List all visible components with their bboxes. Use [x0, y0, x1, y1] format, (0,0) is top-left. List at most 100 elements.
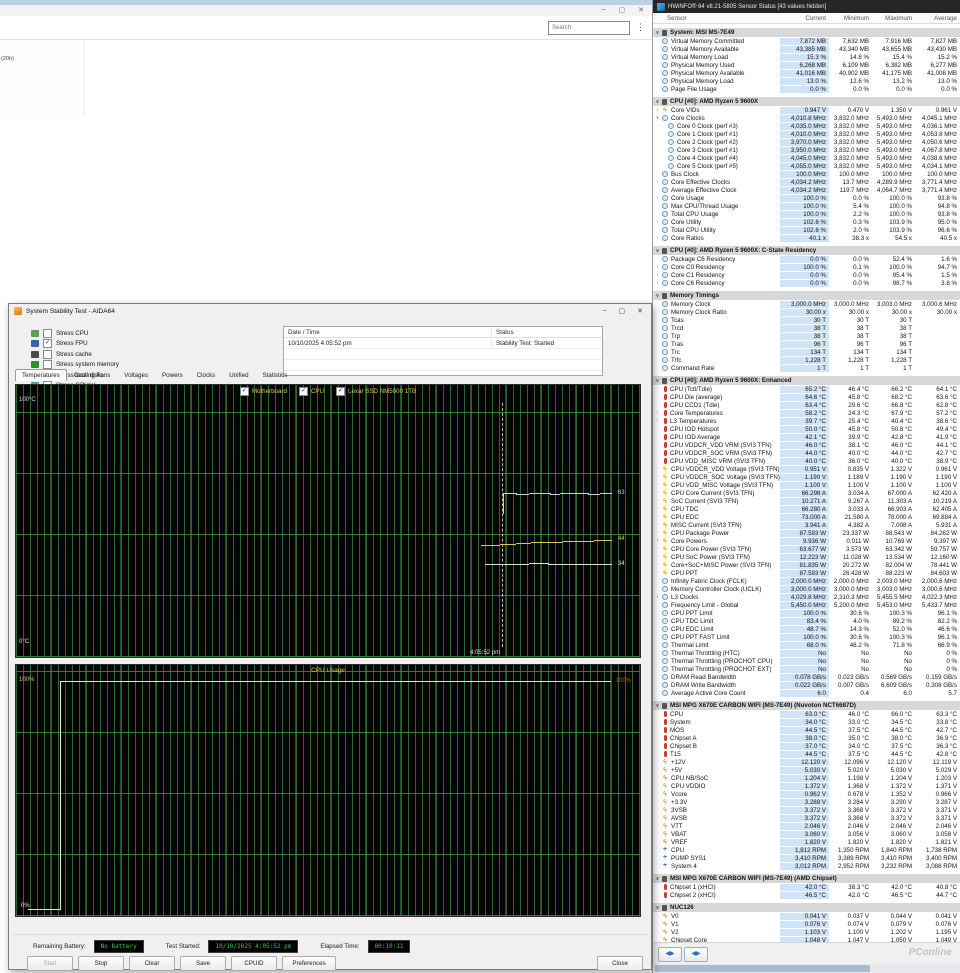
- sensor-row[interactable]: ϟ CPU Core Current (SVI3 TFN) 66.298 A 3.03…: [653, 489, 960, 497]
- chevron-icon[interactable]: ›: [653, 219, 662, 225]
- checkbox[interactable]: ✓: [43, 339, 52, 349]
- chevron-icon[interactable]: ∨: [653, 115, 662, 121]
- sensor-row[interactable]: Trcd 38 T 38 T 38 T: [653, 324, 960, 332]
- search-input[interactable]: Search: [548, 21, 630, 35]
- chevron-icon[interactable]: ›: [653, 235, 662, 241]
- sensor-row[interactable]: + CPU 1,812 RPM 1,350 RPM 1,840 RPM 1,738 RPM: [653, 846, 960, 854]
- sensor-row[interactable]: › Core Effective Clocks 4,034.2 MHz 13.7 MH…: [653, 178, 960, 186]
- chevron-icon[interactable]: ›: [653, 594, 662, 600]
- sensor-row[interactable]: › Core C0 Residency 100.0 % 0.1 % 100.0 % 94.…: [653, 263, 960, 271]
- chevron-icon[interactable]: ›: [653, 410, 662, 416]
- sensor-row[interactable]: CPU IOD Average 42.1 °C 39.9 °C 42.8 °C 41.9…: [653, 433, 960, 441]
- chevron-icon[interactable]: ›: [653, 107, 662, 113]
- sensor-row[interactable]: ϟ CPU TDC 66.280 A 3.033 A 66.903 A 62.405 A: [653, 505, 960, 513]
- chevron-icon[interactable]: ›: [653, 280, 662, 286]
- swap-arrows-icon[interactable]: ◀▶: [684, 947, 708, 962]
- sensor-row[interactable]: CPU TDC Limit 83.4 % 4.0 % 89.2 % 82.2 %: [653, 617, 960, 625]
- chevron-down-icon[interactable]: ∨: [653, 99, 662, 105]
- preferences-button[interactable]: Preferences: [282, 956, 336, 971]
- tab-cooling-fans[interactable]: Cooling Fans: [67, 369, 117, 381]
- sensor-row[interactable]: CPU CCD1 (Tdie) 63.4 °C 29.6 °C 66.8 °C 62.8…: [653, 401, 960, 409]
- checkbox[interactable]: [43, 349, 52, 359]
- sensor-row[interactable]: CPU 63.0 °C 46.0 °C 66.0 °C 63.3 °C: [653, 710, 960, 718]
- sensor-row[interactable]: ϟ VREF 1.820 V 1.820 V 1.820 V 1.821 V: [653, 838, 960, 846]
- sensor-row[interactable]: › ϟ Core Powers 9.936 W 0.011 W 10.769 W 9.397…: [653, 537, 960, 545]
- tab-clocks[interactable]: Clocks: [190, 369, 223, 381]
- chevron-down-icon[interactable]: ∨: [653, 905, 662, 911]
- cpuid-button[interactable]: CPUID: [231, 956, 277, 971]
- sensor-row[interactable]: Thermal Limit 68.0 % 48.2 % 71.8 % 66.9 %: [653, 641, 960, 649]
- column-current[interactable]: Current: [780, 15, 829, 22]
- stop-button[interactable]: Stop: [78, 956, 124, 971]
- sensor-section-header[interactable]: ∨ MSI MPG X670E CARBON WIFI (MS-7E49) (AM…: [653, 874, 960, 883]
- chevron-down-icon[interactable]: ∨: [653, 30, 662, 36]
- sensor-row[interactable]: ϟ 3VSB 3.372 V 3.368 V 3.372 V 3.371 V: [653, 806, 960, 814]
- legend-item[interactable]: ✓ Lexar SSD NM5000 1TB: [336, 387, 416, 396]
- sensor-row[interactable]: CPU VDD_MISC VRM (SVI3 TFN) 40.0 °C 36.0 °…: [653, 457, 960, 465]
- sensor-section-header[interactable]: ∨ MSI MPG X670E CARBON WIFI (MS-7E49) (Nu…: [653, 701, 960, 710]
- sensor-row[interactable]: › ϟ Core VIDs 0.947 V 0.470 V 1.350 V 0.961 V: [653, 106, 960, 114]
- sensor-row[interactable]: Chipset 1 (xHCI) 42.0 °C 38.3 °C 42.0 °C 40.…: [653, 883, 960, 891]
- tab-powers[interactable]: Powers: [155, 369, 190, 381]
- sensor-row[interactable]: Chipset A 38.0 °C 35.0 °C 38.0 °C 36.9 °C: [653, 734, 960, 742]
- sensor-row[interactable]: › L3 Clocks 4,029.8 MHz 2,310.3 MHz 5,455.5 …: [653, 593, 960, 601]
- sensor-row[interactable]: › Core C6 Residency 0.0 % 0.0 % 98.7 % 3.8 %: [653, 279, 960, 287]
- column-average[interactable]: Average: [915, 15, 960, 22]
- sensor-row[interactable]: ϟ VBAT 3.060 V 3.056 V 3.060 V 3.058 V: [653, 830, 960, 838]
- sensor-row[interactable]: Memory Clock 3,000.0 MHz 3,000.0 MHz 3,003.…: [653, 300, 960, 308]
- legend-checkbox[interactable]: ✓: [336, 387, 346, 396]
- tab-unified[interactable]: Unified: [222, 369, 255, 381]
- sensor-section-header[interactable]: ∨ CPU [#0]: AMD Ryzen 5 9600X: C-State Re…: [653, 246, 960, 255]
- sensor-row[interactable]: ϟ +12V 12.120 V 12.096 V 12.120 V 12.119 V: [653, 758, 960, 766]
- sensor-row[interactable]: + System 4 3,012 RPM 2,952 RPM 3,232 RPM 3,08…: [653, 862, 960, 870]
- sensor-row[interactable]: Command Rate 1 T 1 T 1 T: [653, 364, 960, 372]
- sensor-row[interactable]: ϟ CPU EDC 73.000 A 21.580 A 78.000 A 69.884 A: [653, 513, 960, 521]
- close-icon[interactable]: ✕: [637, 307, 643, 315]
- sensor-row[interactable]: ϟ V1 0.076 V 0.074 V 0.079 V 0.076 V: [653, 920, 960, 928]
- minimize-icon[interactable]: –: [603, 307, 607, 315]
- sensor-row[interactable]: ϟ MISC Current (SVI3 TFN) 3.941 A 4.382 A 7.…: [653, 521, 960, 529]
- sensor-row[interactable]: Trfc 1,228 T 1,228 T 1,228 T: [653, 356, 960, 364]
- chevron-down-icon[interactable]: ∨: [653, 293, 662, 299]
- sensor-row[interactable]: DRAM Read Bandwidth 0.078 GB/s 0.023 GB/s 0…: [653, 673, 960, 681]
- sensor-row[interactable]: + PUMP SYS1 3,410 RPM 3,389 RPM 3,410 RPM 3,4…: [653, 854, 960, 862]
- sensor-section-header[interactable]: ∨ CPU [#0]: AMD Ryzen 5 9600X: [653, 97, 960, 106]
- sensor-row[interactable]: CPU VDDCR_VDD VRM (SVI3 TFN) 46.0 °C 38.1 …: [653, 441, 960, 449]
- sensor-row[interactable]: Memory Controller Clock (UCLK) 3,000.0 MH…: [653, 585, 960, 593]
- chevron-icon[interactable]: ›: [653, 179, 662, 185]
- sensor-row[interactable]: Physical Memory Used 6,268 MB 6,109 MB 6,38…: [653, 61, 960, 69]
- swap-arrows-icon[interactable]: ◀▶: [658, 947, 682, 962]
- sensor-section-header[interactable]: ∨ System: MSI MS-7E49: [653, 28, 960, 37]
- sensor-section-header[interactable]: ∨ CPU [#0]: AMD Ryzen 5 9600X: Enhanced: [653, 376, 960, 385]
- sensor-row[interactable]: Core 1 Clock (perf #1) 4,010.0 MHz 3,832.0…: [653, 130, 960, 138]
- sensor-row[interactable]: › Core Usage 100.0 % 0.0 % 100.0 % 93.8 %: [653, 194, 960, 202]
- sensor-row[interactable]: Trc 134 T 134 T 134 T: [653, 348, 960, 356]
- tab-statistics[interactable]: Statistics: [256, 369, 295, 381]
- sensor-row[interactable]: ϟ V0 0.041 V 0.037 V 0.044 V 0.041 V: [653, 912, 960, 920]
- sensor-row[interactable]: MOS 44.5 °C 37.5 °C 44.5 °C 42.7 °C: [653, 726, 960, 734]
- sensor-row[interactable]: › L3 Temperatures 39.7 °C 25.4 °C 40.4 °C 38.…: [653, 417, 960, 425]
- sensor-row[interactable]: Thermal Throttling (PROCHOT CPU) No No No 0 …: [653, 657, 960, 665]
- sensor-row[interactable]: Average Effective Clock 4,034.2 MHz 119.7 …: [653, 186, 960, 194]
- sensor-row[interactable]: Physical Memory Load 13.0 % 12.6 % 13.2 % 13…: [653, 77, 960, 85]
- chevron-icon[interactable]: ›: [653, 418, 662, 424]
- sensor-row[interactable]: Core 3 Clock (perf #1) 3,950.0 MHz 3,832.0…: [653, 146, 960, 154]
- chevron-down-icon[interactable]: ∨: [653, 876, 662, 882]
- chevron-down-icon[interactable]: ∨: [653, 703, 662, 709]
- sensor-row[interactable]: Memory Clock Ratio 30.00 x 30.00 x 30.00 x 3…: [653, 308, 960, 316]
- sensor-row[interactable]: Infinity Fabric Clock (FCLK) 2,000.0 MHz 2…: [653, 577, 960, 585]
- sensor-row[interactable]: Frequency Limit - Global 5,450.0 MHz 5,200…: [653, 601, 960, 609]
- sensor-row[interactable]: CPU VDDCR_SOC VRM (SVI3 TFN) 44.0 °C 40.0 …: [653, 449, 960, 457]
- log-row[interactable]: 10/10/2025 4:05:52 pm Stability Test: Sta…: [284, 338, 602, 349]
- sensor-row[interactable]: CPU Die (average) 64.6 °C 45.8 °C 68.2 °C 63…: [653, 393, 960, 401]
- maximize-icon[interactable]: ▢: [619, 6, 626, 14]
- sensor-row[interactable]: Tras 96 T 96 T 96 T: [653, 340, 960, 348]
- sensor-row[interactable]: ϟ CPU Package Power 87.593 W 23.337 W 88.543…: [653, 529, 960, 537]
- sensor-row[interactable]: Trp 38 T 38 T 38 T: [653, 332, 960, 340]
- sensor-row[interactable]: Page File Usage 0.0 % 0.0 % 0.0 % 0.0 %: [653, 85, 960, 93]
- sensor-row[interactable]: › Core Utility 102.6 % 0.3 % 103.9 % 95.0 %: [653, 218, 960, 226]
- sensor-row[interactable]: ϟ AVSB 3.372 V 3.368 V 3.372 V 3.371 V: [653, 814, 960, 822]
- sensor-row[interactable]: Tcas 30 T 30 T 30 T: [653, 316, 960, 324]
- save-button[interactable]: Save: [180, 956, 226, 971]
- tab-temperatures[interactable]: Temperatures: [15, 369, 67, 381]
